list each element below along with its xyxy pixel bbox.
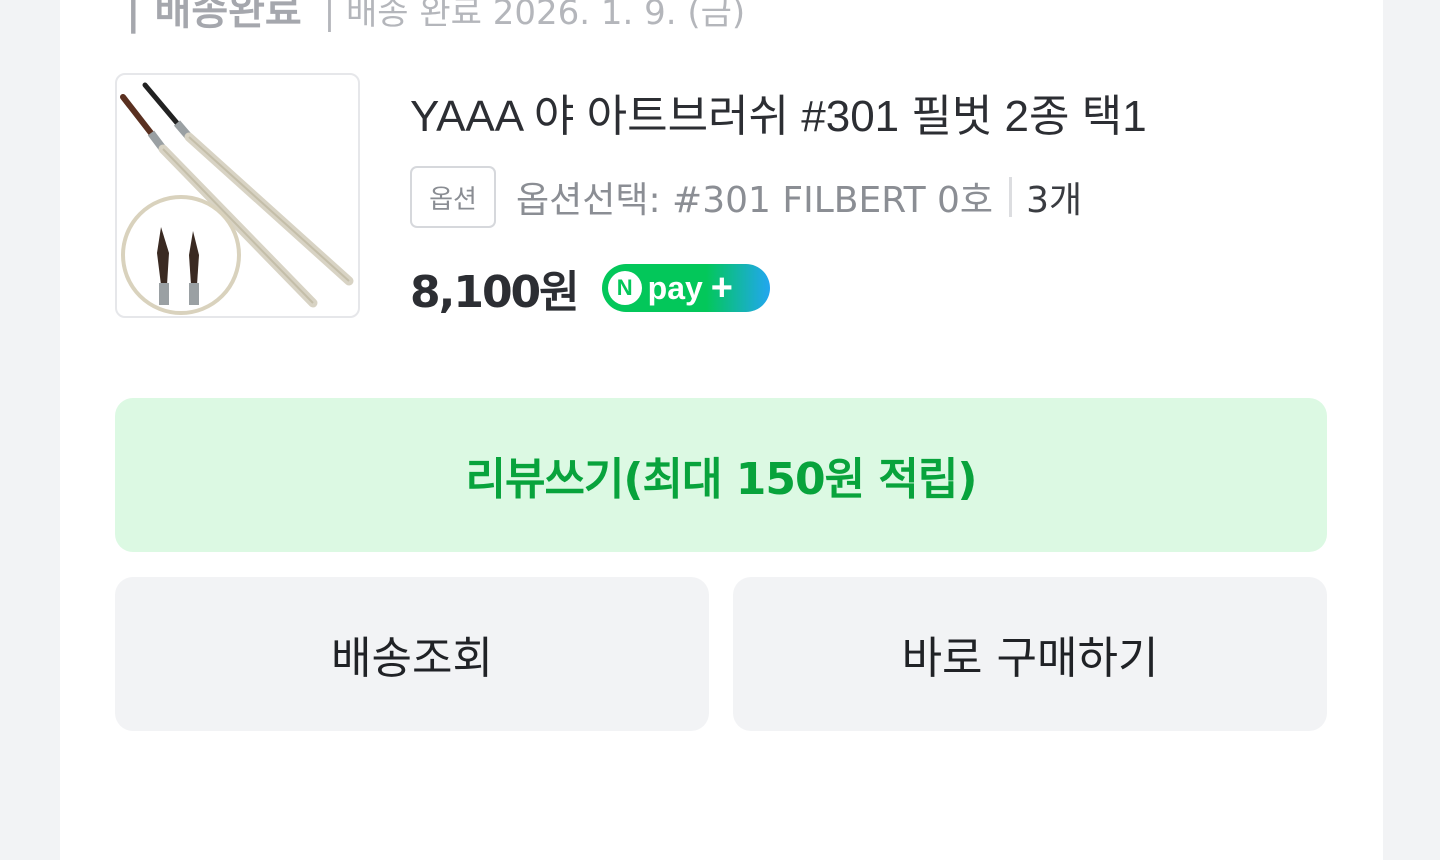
plus-icon: + (710, 267, 733, 309)
buy-now-button[interactable]: 바로 구매하기 (733, 577, 1327, 731)
track-delivery-button[interactable]: 배송조회 (115, 577, 709, 731)
price-row: 8,100원 N pay + (410, 258, 770, 318)
option-text: 옵션선택: #301 FILBERT 0호 (516, 180, 994, 221)
npay-label: pay (647, 269, 703, 306)
paintbrush-product-image (120, 82, 354, 315)
price-text: 8,100원 (410, 267, 580, 318)
npay-n-icon: N (607, 271, 642, 305)
option-divider (1009, 177, 1013, 217)
quantity-text: 3개 (1026, 180, 1083, 221)
product-thumbnail[interactable] (115, 73, 360, 318)
product-title[interactable]: YAAA 야 아트브러쉬 #301 필벗 2종 택1 (410, 80, 1147, 144)
order-status-row: | 배송완료 | 배송 완료 2026. 1. 9. (금) (126, 0, 745, 34)
order-status-title: | 배송완료 (126, 0, 302, 34)
order-status-date: | 배송 완료 2026. 1. 9. (금) (323, 0, 746, 33)
npay-plus-badge: N pay + (601, 264, 770, 312)
option-badge: 옵션 (410, 166, 496, 228)
write-review-button[interactable]: 리뷰쓰기(최대 150원 적립) (115, 398, 1327, 552)
option-row: 옵션 옵션선택: #301 FILBERT 0호 3개 (410, 165, 1082, 229)
